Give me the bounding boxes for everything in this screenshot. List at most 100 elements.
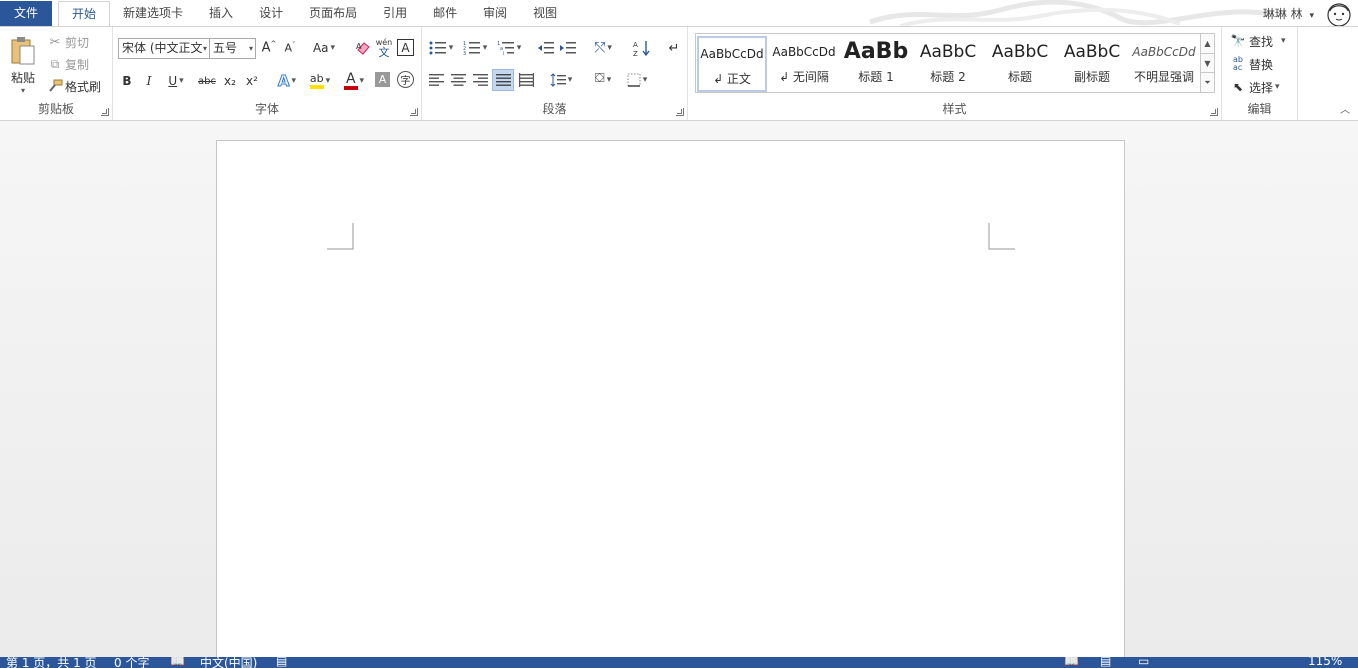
paste-button[interactable]: 粘贴 ▾ bbox=[6, 33, 40, 97]
macro-icon[interactable]: ▤ bbox=[276, 657, 287, 668]
gallery-scroll-up[interactable]: ▲ bbox=[1200, 34, 1214, 53]
numbering-button[interactable]: 1 2 3 ▾ bbox=[460, 37, 490, 59]
cut-button[interactable]: ✂ 剪切 bbox=[47, 33, 89, 51]
page-count[interactable]: 第 1 页，共 1 页 bbox=[6, 657, 97, 668]
word-count[interactable]: 0 个字 bbox=[114, 657, 149, 668]
strikethrough-button[interactable]: abc bbox=[197, 71, 217, 91]
font-dialog-launcher[interactable] bbox=[410, 108, 418, 116]
style-name: 标题 2 bbox=[930, 70, 966, 84]
print-layout-icon[interactable]: ▤ bbox=[1100, 657, 1111, 668]
tab-page-layout[interactable]: 页面布局 bbox=[296, 1, 370, 26]
phonetic-guide-button[interactable]: wén 文 bbox=[375, 36, 393, 60]
tab-insert[interactable]: 插入 bbox=[196, 1, 246, 26]
borders-button[interactable]: ▾ bbox=[622, 69, 652, 91]
paragraph-dialog-launcher[interactable] bbox=[676, 108, 684, 116]
avatar[interactable] bbox=[1326, 1, 1352, 27]
bold-button[interactable]: B bbox=[119, 71, 135, 91]
character-border-button[interactable]: A bbox=[397, 39, 414, 56]
tab-file[interactable]: 文件 bbox=[0, 1, 53, 26]
tab-mailings[interactable]: 邮件 bbox=[420, 1, 470, 26]
paragraph-group: ▾ 1 2 3 ▾ 1 a i ▾ ⤲ ▾ A Z ↵ ▾ ⛋ ▾ ▾ 段落 bbox=[422, 27, 688, 120]
align-left-button[interactable] bbox=[426, 69, 446, 91]
highlight-button[interactable]: ab ▾ bbox=[305, 70, 335, 92]
styles-dialog-launcher[interactable] bbox=[1210, 108, 1218, 116]
chevron-down-icon: ▾ bbox=[325, 76, 331, 86]
style-normal[interactable]: AaBbCcDd ↲ 正文 bbox=[697, 36, 767, 92]
tab-design[interactable]: 设计 bbox=[246, 1, 296, 26]
zoom-level[interactable]: 115% bbox=[1308, 657, 1342, 668]
styles-gallery: AaBbCcDd ↲ 正文 AaBbCcDd ↲ 无间隔 AaBb 标题 1 A… bbox=[695, 33, 1215, 93]
distributed-button[interactable] bbox=[516, 69, 536, 91]
shading-button[interactable]: ⛋ ▾ bbox=[588, 69, 618, 91]
justify-button[interactable] bbox=[492, 69, 514, 91]
tab-review[interactable]: 审阅 bbox=[470, 1, 520, 26]
replace-button[interactable]: ab ac 替换 bbox=[1230, 55, 1273, 73]
align-right-button[interactable] bbox=[470, 69, 490, 91]
read-mode-icon[interactable]: 📖 bbox=[1064, 657, 1079, 668]
text-effects-button[interactable]: A ▾ bbox=[273, 70, 301, 92]
style-subtitle[interactable]: AaBbC 副标题 bbox=[1057, 36, 1127, 92]
cursor-icon: ⬉ bbox=[1232, 80, 1244, 94]
collapse-ribbon-icon[interactable]: ︿ bbox=[1340, 101, 1350, 116]
align-center-button[interactable] bbox=[448, 69, 468, 91]
svg-text:i: i bbox=[503, 51, 504, 56]
copy-button[interactable]: ⧉ 复制 bbox=[47, 55, 89, 73]
language-indicator[interactable]: 中文(中国) bbox=[200, 657, 257, 668]
chevron-down-icon: ▼ bbox=[1204, 59, 1211, 68]
style-name: 副标题 bbox=[1073, 70, 1110, 84]
font-name-combo[interactable]: 宋体 (中文正文 ▾ bbox=[118, 38, 210, 59]
font-size-value: 五号 bbox=[213, 41, 238, 55]
clipboard-dialog-launcher[interactable] bbox=[101, 108, 109, 116]
tab-new-tab[interactable]: 新建选项卡 bbox=[110, 1, 196, 26]
tab-home[interactable]: 开始 bbox=[58, 1, 111, 27]
sort-button[interactable]: A Z bbox=[632, 37, 652, 59]
decrease-indent-button[interactable] bbox=[536, 37, 556, 59]
gallery-more[interactable]: ⏷ bbox=[1200, 72, 1214, 92]
style-title[interactable]: AaBbC 标题 bbox=[985, 36, 1055, 92]
web-layout-icon[interactable]: ▭ bbox=[1138, 657, 1149, 668]
character-shading-button[interactable]: A bbox=[375, 72, 390, 87]
document-page[interactable] bbox=[216, 140, 1125, 668]
multilevel-list-button[interactable]: 1 a i ▾ bbox=[494, 37, 524, 59]
italic-button[interactable]: I bbox=[141, 71, 157, 91]
copy-icon: ⧉ bbox=[50, 56, 60, 71]
subscript-button[interactable]: x₂ bbox=[221, 71, 239, 91]
style-no-spacing[interactable]: AaBbCcDd ↲ 无间隔 bbox=[769, 36, 839, 92]
style-heading-1[interactable]: AaBb 标题 1 bbox=[841, 36, 911, 92]
style-subtle-emphasis[interactable]: AaBbCcDd 不明显强调 bbox=[1129, 36, 1199, 92]
crop-mark-top-right bbox=[988, 223, 1015, 250]
user-name: 琳琳 林 bbox=[1262, 7, 1303, 21]
chevron-down-icon: ▾ bbox=[202, 44, 207, 53]
user-account[interactable]: 琳琳 林 ▾ bbox=[1263, 5, 1314, 22]
chevron-down-icon: ▾ bbox=[606, 75, 612, 85]
style-heading-2[interactable]: AaBbC 标题 2 bbox=[913, 36, 983, 92]
style-preview: AaBbCcDd bbox=[1132, 45, 1196, 59]
line-spacing-button[interactable]: ▾ bbox=[546, 69, 576, 91]
font-size-combo[interactable]: 五号 ▾ bbox=[209, 38, 256, 59]
gallery-scroll-down[interactable]: ▼ bbox=[1200, 53, 1214, 72]
select-button[interactable]: ⬉ 选择 ▾ bbox=[1230, 78, 1280, 96]
clear-formatting-button[interactable]: A bbox=[353, 38, 373, 58]
increase-indent-button[interactable] bbox=[558, 37, 578, 59]
grow-font-button[interactable]: A^ bbox=[260, 38, 278, 58]
font-color-button[interactable]: A ▾ bbox=[339, 70, 369, 92]
tab-references[interactable]: 引用 bbox=[370, 1, 420, 26]
format-painter-button[interactable]: 格式刷 bbox=[47, 77, 101, 95]
proofing-icon[interactable]: 📖 bbox=[170, 657, 185, 668]
chevron-down-icon: ▾ bbox=[291, 76, 297, 86]
tab-view[interactable]: 视图 bbox=[520, 1, 570, 26]
bullets-button[interactable]: ▾ bbox=[426, 37, 456, 59]
multilevel-list-icon: 1 a i bbox=[497, 41, 514, 56]
underline-button[interactable]: U ▾ bbox=[163, 71, 189, 91]
find-button[interactable]: 🔭 查找 ▾ bbox=[1230, 32, 1286, 50]
more-icon: ⏷ bbox=[1204, 78, 1211, 87]
align-center-icon bbox=[450, 74, 466, 86]
enclose-characters-button[interactable]: 字 bbox=[397, 71, 414, 88]
numbered-list-icon: 1 2 3 bbox=[463, 41, 480, 56]
show-formatting-marks-button[interactable]: ↵ bbox=[664, 37, 684, 59]
superscript-button[interactable]: x² bbox=[243, 71, 261, 91]
style-preview: AaBbCcDd bbox=[772, 45, 836, 59]
change-case-button[interactable]: Aa ▾ bbox=[309, 38, 339, 58]
shrink-font-button[interactable]: Aˇ bbox=[281, 38, 299, 58]
chinese-layout-button[interactable]: ⤲ ▾ bbox=[588, 37, 618, 59]
